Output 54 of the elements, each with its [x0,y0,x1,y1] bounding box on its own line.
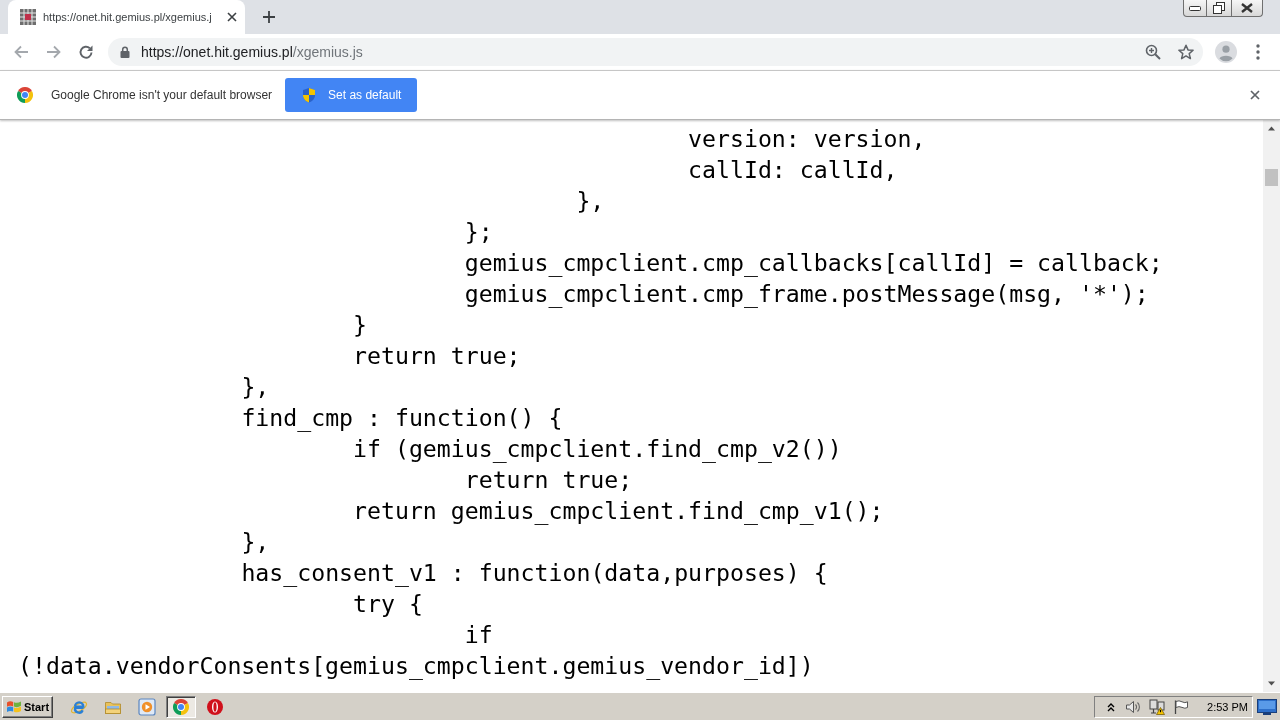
star-icon[interactable] [1178,44,1194,60]
avatar-icon[interactable] [1215,41,1237,63]
grid-favicon-icon [20,9,36,25]
windows-flag-icon [6,699,22,714]
code-line: if (gemius_cmpclient.find_cmp_v2()) [353,435,842,462]
code-line: return true; [353,342,521,369]
taskbar-button[interactable] [166,695,196,718]
scrollbar-thumb[interactable] [1265,169,1278,186]
minimize-icon [1189,5,1201,11]
infobar-message: Google Chrome isn't your default browser [51,88,273,102]
close-button[interactable] [1232,0,1263,17]
browser-logo-icon [173,698,189,715]
restore-icon [1213,2,1225,14]
monitor-icon[interactable] [1257,698,1277,715]
code-line: }; [464,218,493,245]
zoom-icon[interactable] [1145,44,1161,60]
close-icon [1241,3,1253,13]
browser-tab[interactable]: https://onet.hit.gemius.pl/xgemius.j [8,0,245,34]
code-line: try { [353,590,423,617]
start-button[interactable]: Start [2,695,53,718]
reload-icon[interactable] [78,44,94,60]
flag-icon[interactable] [1173,698,1190,715]
code-line: }, [241,528,270,555]
code-line: }, [241,373,270,400]
close-icon[interactable] [227,12,237,22]
o-logo-icon [206,697,224,716]
code-line: } [353,311,367,338]
lock-icon [120,46,130,58]
restore-button[interactable] [1207,0,1232,17]
code-line: gemius_cmpclient.cmp_callbacks[callId] = callback; [464,249,1163,276]
code-line: has_consent_v1 : function(data,purposes) { [241,559,828,586]
code-line: }, [576,187,605,214]
code-line: gemius_cmpclient.cmp_frame.postMessage(msg, '*'); [464,280,1149,307]
code-line: callId: callId, [688,156,898,183]
scrollbar[interactable] [1263,120,1280,692]
browser-logo-icon [17,87,33,103]
code-line: return gemius_cmpclient.find_cmp_v1(); [353,497,884,524]
code-line: (!data.vendorConsents[gemius_cmpclient.gemius_vendor_id]) [18,652,814,679]
address-bar[interactable]: https://onet.hit.gemius.pl/xgemius.js [108,38,1203,66]
minimize-button[interactable] [1183,0,1207,17]
chevron-up-icon[interactable] [1107,701,1116,712]
code-line: version: version, [688,125,926,152]
network-warning-icon[interactable] [1149,698,1166,715]
plus-icon[interactable] [263,11,275,23]
clock[interactable]: 2:53 PM [1207,700,1248,713]
code-line: find_cmp : function() { [241,404,563,431]
code-line: return true; [464,466,633,493]
speaker-icon[interactable] [1125,698,1142,715]
code-line: if [464,621,493,648]
set-default-button[interactable]: Set as default [285,78,418,112]
menu-icon[interactable] [1256,44,1260,60]
close-icon[interactable] [1250,90,1260,100]
play-icon [138,697,156,716]
shield-icon [301,87,318,103]
